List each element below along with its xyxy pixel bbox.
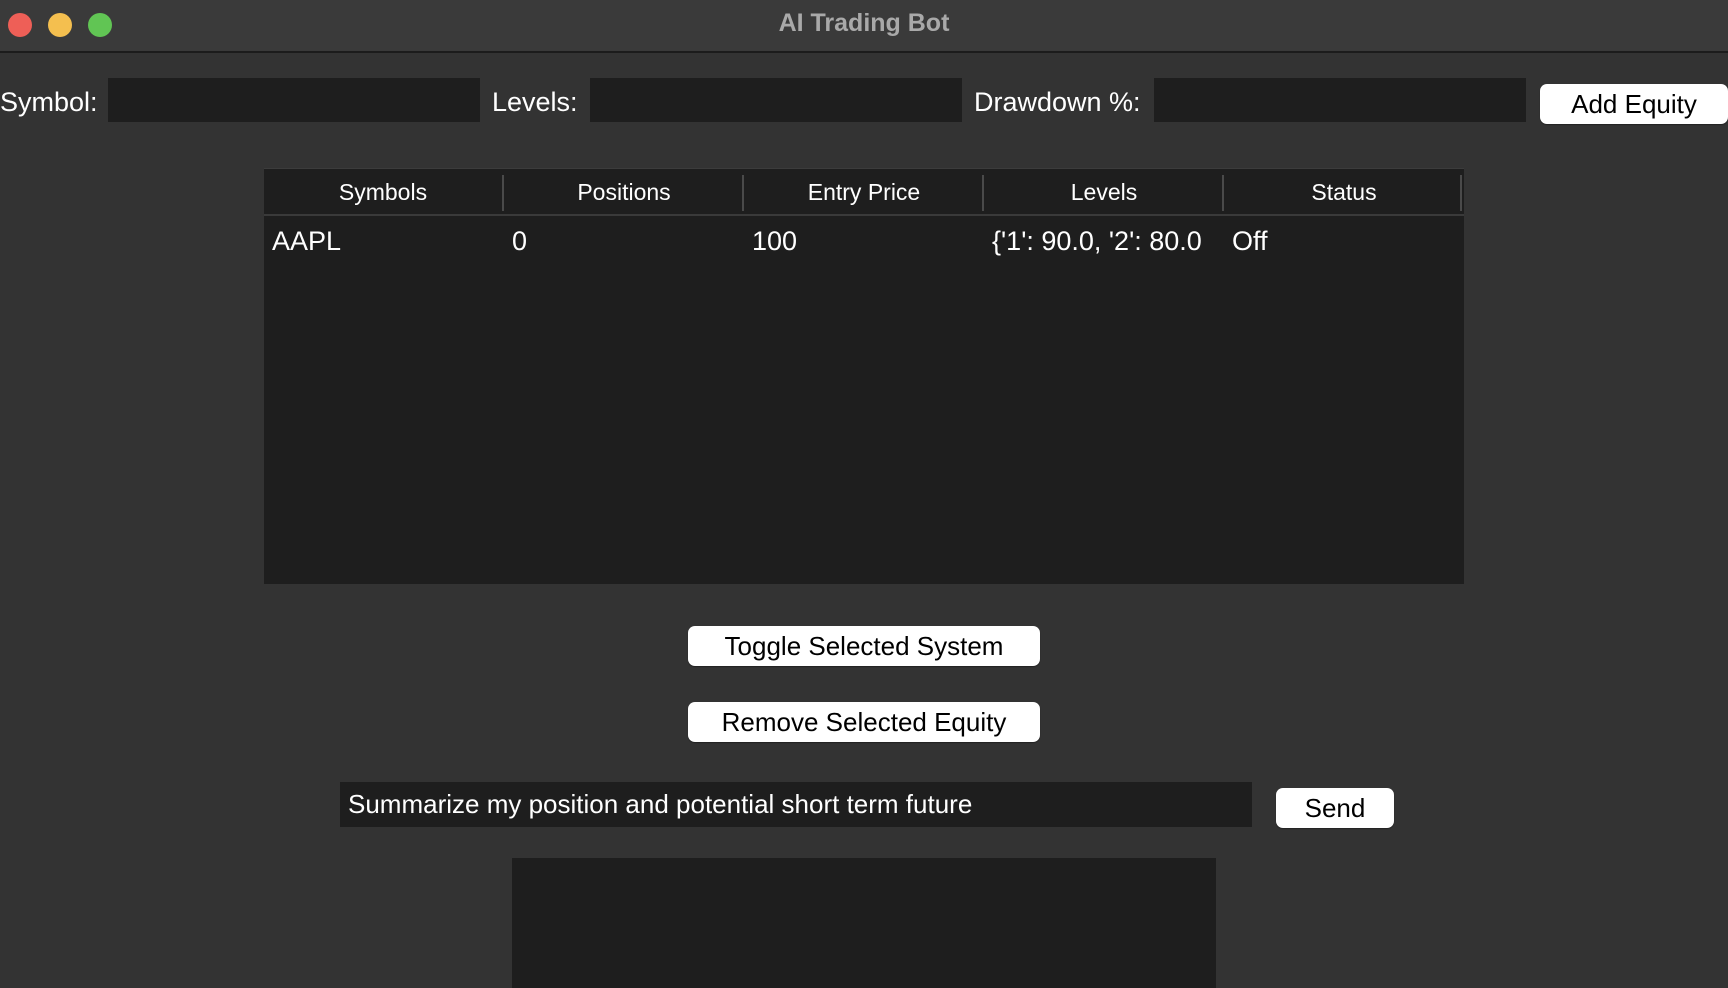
drawdown-input[interactable] bbox=[1154, 78, 1526, 122]
column-header-symbols[interactable]: Symbols bbox=[264, 169, 502, 215]
symbol-input[interactable] bbox=[108, 78, 480, 122]
chat-input[interactable] bbox=[340, 782, 1252, 827]
cell-symbol: AAPL bbox=[272, 226, 342, 256]
column-header-status[interactable]: Status bbox=[1224, 169, 1464, 215]
response-output[interactable] bbox=[512, 858, 1216, 988]
column-separator bbox=[1460, 175, 1462, 211]
column-header-levels[interactable]: Levels bbox=[984, 169, 1224, 215]
title-bar: AI Trading Bot bbox=[0, 0, 1728, 53]
app-window: AI Trading Bot Symbol: Levels: Drawdown … bbox=[0, 0, 1728, 988]
column-header-entry-price[interactable]: Entry Price bbox=[744, 169, 984, 215]
send-button[interactable]: Send bbox=[1276, 788, 1394, 828]
cell-levels: {'1': 90.0, '2': 80.0 bbox=[992, 226, 1202, 256]
cell-positions: 0 bbox=[512, 226, 528, 256]
cell-entry-price: 100 bbox=[752, 226, 798, 256]
drawdown-label: Drawdown %: bbox=[974, 87, 1141, 117]
toggle-selected-system-button[interactable]: Toggle Selected System bbox=[688, 626, 1040, 666]
window-title: AI Trading Bot bbox=[778, 9, 950, 37]
column-header-positions[interactable]: Positions bbox=[504, 169, 744, 215]
levels-label: Levels: bbox=[492, 87, 578, 117]
remove-selected-equity-button[interactable]: Remove Selected Equity bbox=[688, 702, 1040, 742]
table-row[interactable]: AAPL 0 100 {'1': 90.0, '2': 80.0 Off bbox=[264, 216, 1464, 266]
equity-table[interactable]: Symbols Positions Entry Price Levels Sta… bbox=[264, 168, 1464, 584]
add-equity-button[interactable]: Add Equity bbox=[1540, 84, 1728, 124]
table-header: Symbols Positions Entry Price Levels Sta… bbox=[264, 168, 1464, 216]
symbol-label: Symbol: bbox=[0, 87, 98, 117]
levels-input[interactable] bbox=[590, 78, 962, 122]
cell-status: Off bbox=[1232, 226, 1268, 256]
